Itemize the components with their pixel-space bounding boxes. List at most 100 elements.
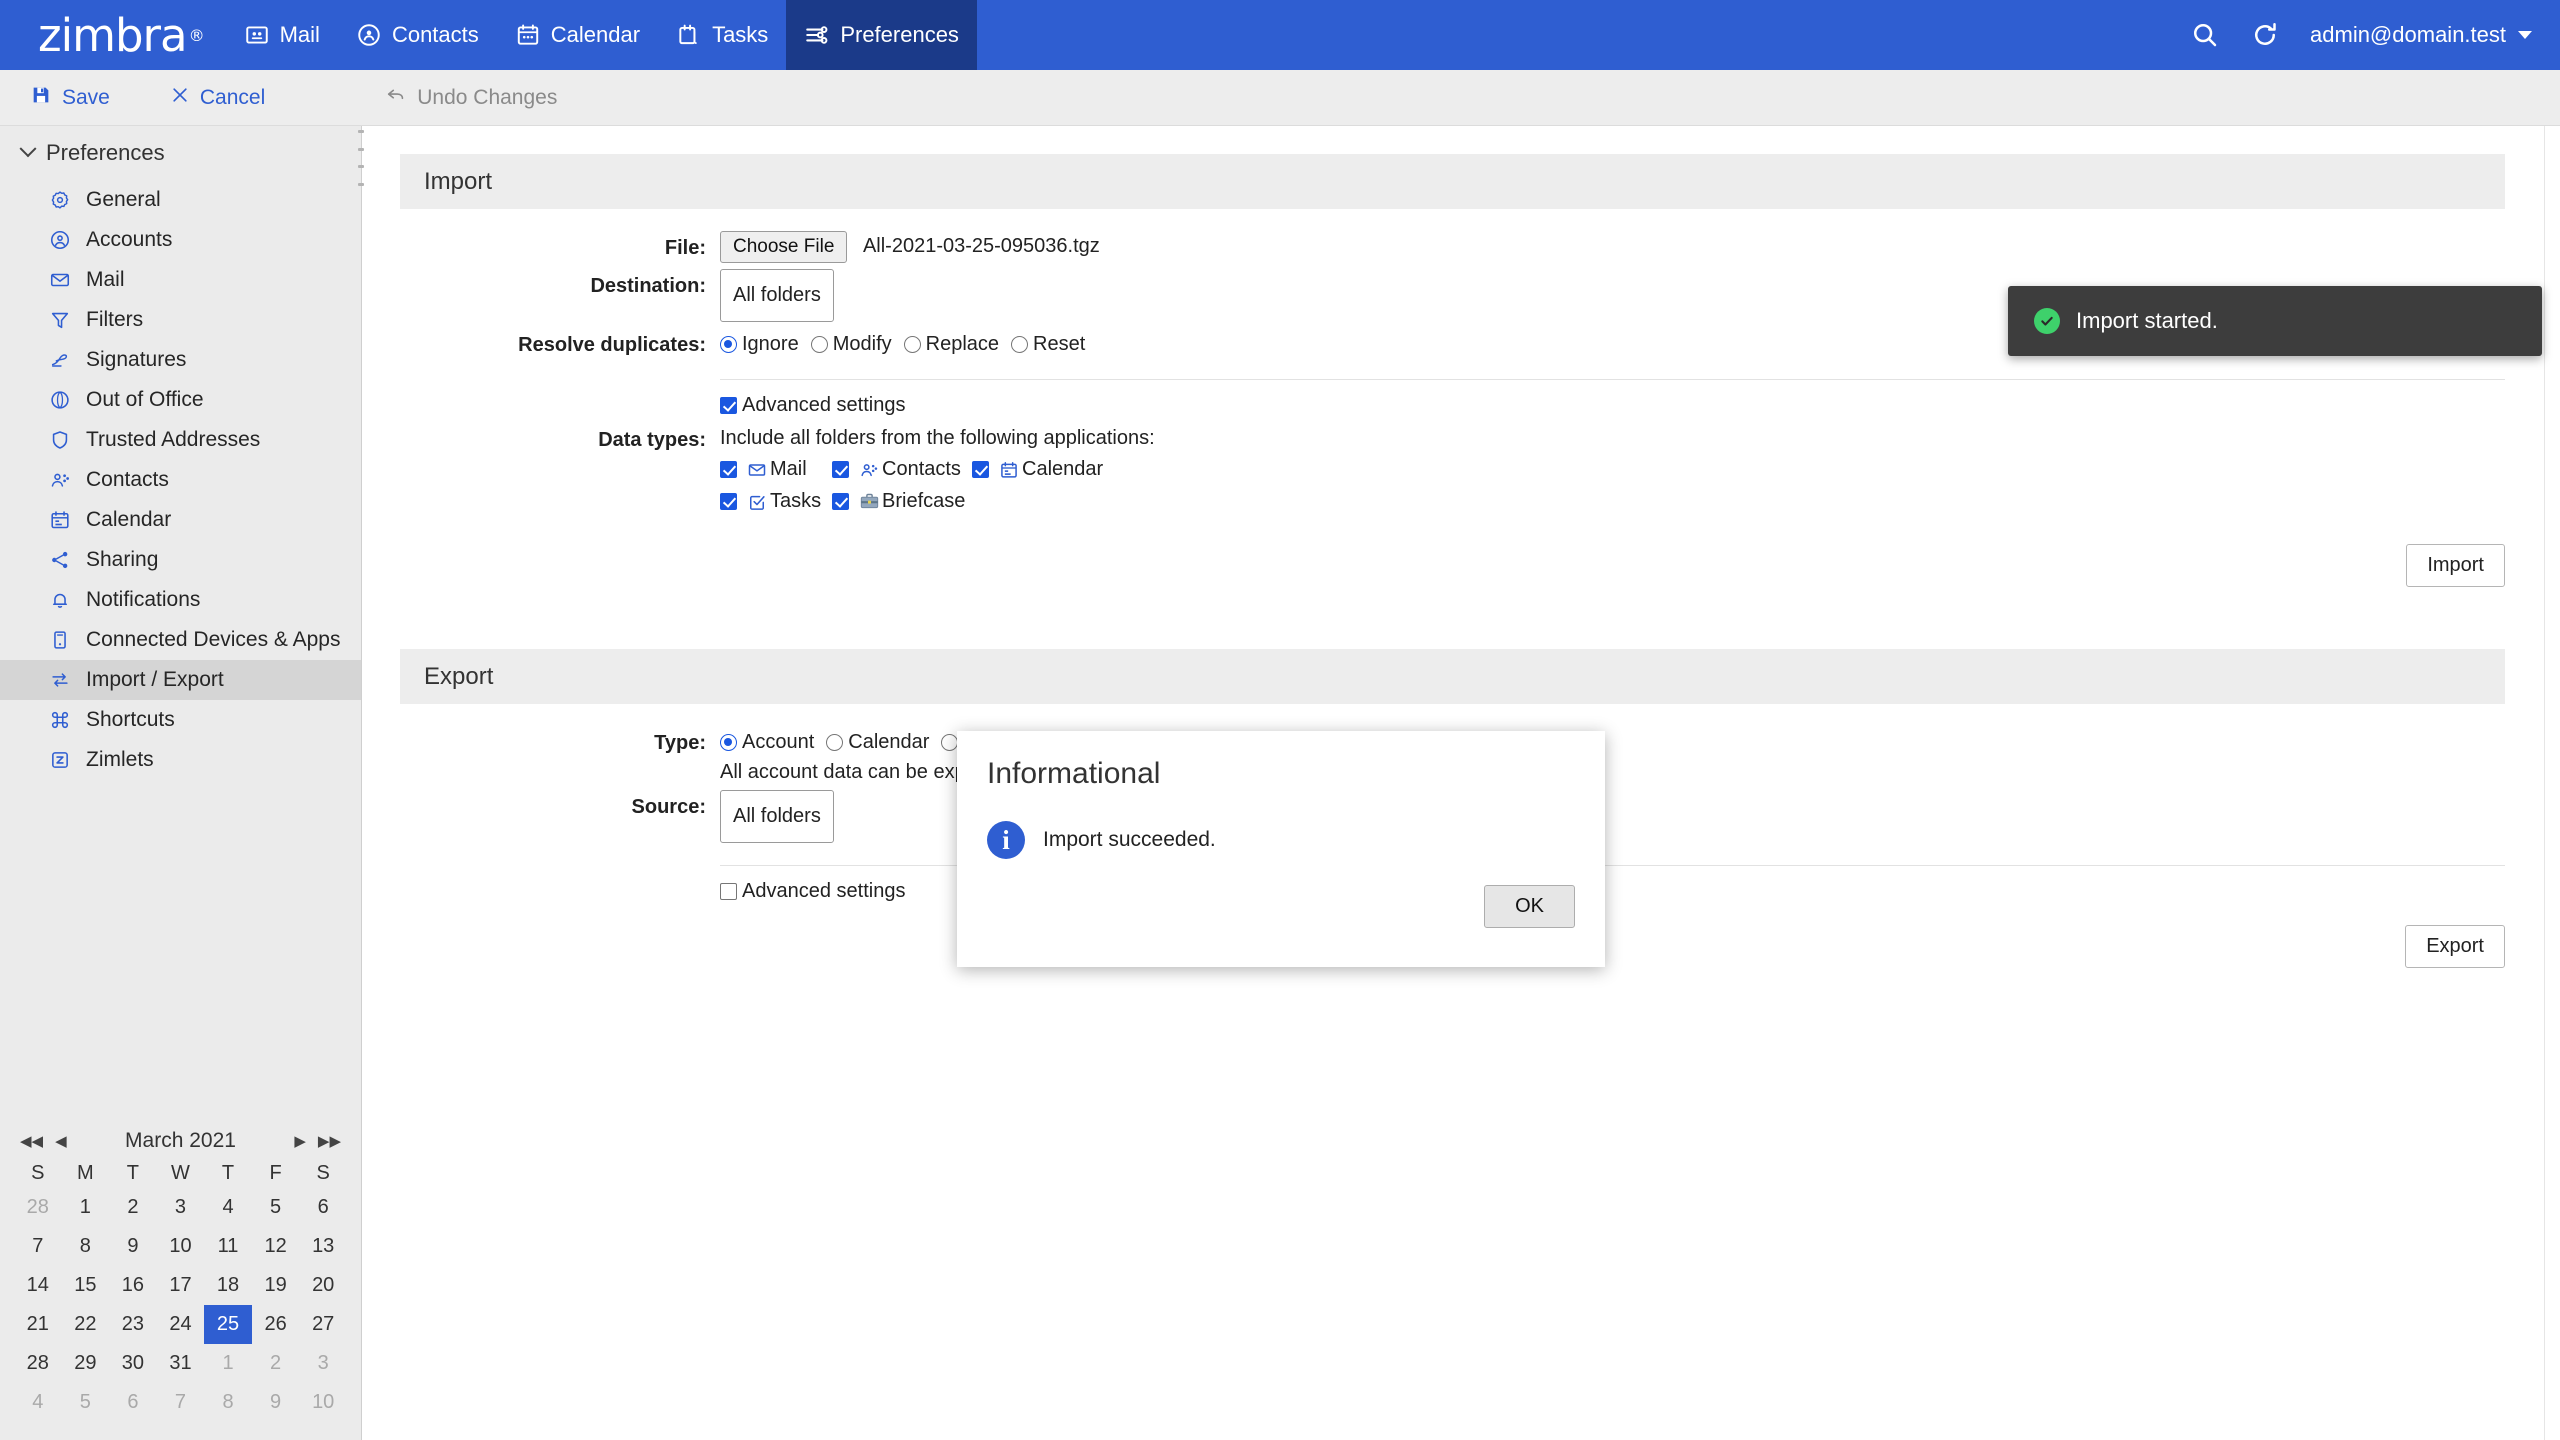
sidebar-item-notifications[interactable]: Notifications bbox=[0, 580, 361, 620]
mini-calendar-day[interactable]: 1 bbox=[62, 1188, 110, 1227]
mini-calendar-day[interactable]: 23 bbox=[109, 1305, 157, 1344]
mini-calendar-day[interactable]: 27 bbox=[299, 1305, 347, 1344]
sidebar-resize-handle[interactable] bbox=[358, 128, 364, 188]
mini-calendar-day[interactable]: 11 bbox=[204, 1227, 252, 1266]
sidebar-item-shortcuts[interactable]: Shortcuts bbox=[0, 700, 361, 740]
nav-item-contacts[interactable]: Contacts bbox=[338, 0, 497, 70]
sidebar-item-trusted-addresses[interactable]: Trusted Addresses bbox=[0, 420, 361, 460]
next-year-button[interactable]: ▶▶ bbox=[312, 1132, 347, 1150]
zimbra-logo[interactable]: zimbra ® bbox=[0, 0, 226, 70]
nav-item-calendar[interactable]: Calendar bbox=[497, 0, 658, 70]
sidebar-item-out-of-office[interactable]: Out of Office bbox=[0, 380, 361, 420]
mini-calendar-day[interactable]: 14 bbox=[14, 1266, 62, 1305]
sidebar-item-accounts[interactable]: Accounts bbox=[0, 220, 361, 260]
undo-changes-button[interactable]: Undo Changes bbox=[385, 84, 557, 112]
prev-year-button[interactable]: ◀◀ bbox=[14, 1132, 49, 1150]
mini-calendar-day[interactable]: 21 bbox=[14, 1305, 62, 1344]
sidebar-item-mail[interactable]: Mail bbox=[0, 260, 361, 300]
mini-calendar-day[interactable]: 7 bbox=[157, 1383, 205, 1422]
export-type-option-account[interactable]: Account bbox=[720, 731, 814, 754]
sidebar-item-contacts[interactable]: Contacts bbox=[0, 460, 361, 500]
save-button[interactable]: Save bbox=[30, 84, 110, 112]
mini-calendar-day[interactable]: 6 bbox=[299, 1188, 347, 1227]
mini-calendar-day[interactable]: 30 bbox=[109, 1344, 157, 1383]
sidebar-item-general[interactable]: General bbox=[0, 180, 361, 220]
next-month-button[interactable]: ▶ bbox=[288, 1132, 312, 1150]
data-type-mail[interactable]: Mail bbox=[720, 458, 832, 481]
mini-calendar-day[interactable]: 8 bbox=[204, 1383, 252, 1422]
mini-calendar-day[interactable]: 26 bbox=[252, 1305, 300, 1344]
mini-calendar-day[interactable]: 29 bbox=[62, 1344, 110, 1383]
mini-calendar-day[interactable]: 2 bbox=[252, 1344, 300, 1383]
mini-calendar-day[interactable]: 12 bbox=[252, 1227, 300, 1266]
data-type-briefcase[interactable]: Briefcase bbox=[832, 490, 965, 513]
mini-calendar-day[interactable]: 20 bbox=[299, 1266, 347, 1305]
mini-calendar-day[interactable]: 4 bbox=[14, 1383, 62, 1422]
sidebar-item-signatures[interactable]: Signatures bbox=[0, 340, 361, 380]
import-advanced-settings-checkbox[interactable]: Advanced settings bbox=[720, 394, 2505, 417]
choose-file-button[interactable]: Choose File bbox=[720, 231, 848, 263]
mini-calendar-day[interactable]: 5 bbox=[62, 1383, 110, 1422]
mini-calendar-day[interactable]: 24 bbox=[157, 1305, 205, 1344]
mini-calendar-day[interactable]: 15 bbox=[62, 1266, 110, 1305]
mini-calendar: ◀◀ ◀ March 2021 ▶ ▶▶ SMTWTFS 28 1 2 3 4 5 6 7 8 9… bbox=[0, 1114, 361, 1440]
nav-item-mail[interactable]: Mail bbox=[226, 0, 338, 70]
import-button[interactable]: Import bbox=[2406, 544, 2505, 587]
data-type-contacts[interactable]: Contacts bbox=[832, 458, 972, 481]
sidebar-item-zimlets[interactable]: Zimlets bbox=[0, 740, 361, 780]
sidebar-item-filters[interactable]: Filters bbox=[0, 300, 361, 340]
prev-month-button[interactable]: ◀ bbox=[49, 1132, 73, 1150]
sidebar-item-sharing[interactable]: Sharing bbox=[0, 540, 361, 580]
mini-calendar-day[interactable]: 16 bbox=[109, 1266, 157, 1305]
mini-calendar-day[interactable]: 9 bbox=[109, 1227, 157, 1266]
export-type-option-calendar[interactable]: Calendar bbox=[826, 731, 929, 754]
search-icon[interactable] bbox=[2190, 20, 2220, 50]
sidebar-header-preferences[interactable]: Preferences bbox=[0, 126, 361, 180]
nav-item-preferences[interactable]: Preferences bbox=[786, 0, 977, 70]
resolve-duplicates-option-modify[interactable]: Modify bbox=[810, 333, 892, 356]
mini-calendar-day[interactable]: 3 bbox=[299, 1344, 347, 1383]
mini-calendar-day-selected[interactable]: 25 bbox=[204, 1305, 252, 1344]
mini-calendar-day[interactable]: 7 bbox=[14, 1227, 62, 1266]
nav-item-tasks[interactable]: Tasks bbox=[658, 0, 786, 70]
data-type-tasks[interactable]: Tasks bbox=[720, 490, 832, 513]
nav-item-contacts-label: Contacts bbox=[391, 22, 479, 47]
mini-calendar-day[interactable]: 3 bbox=[157, 1188, 205, 1227]
mini-calendar-day[interactable]: 13 bbox=[299, 1227, 347, 1266]
data-type-calendar[interactable]: Calendar bbox=[972, 458, 1103, 481]
content-scrollbar[interactable] bbox=[2544, 126, 2560, 1440]
export-button[interactable]: Export bbox=[2405, 925, 2505, 968]
resolve-duplicates-option-replace[interactable]: Replace bbox=[903, 333, 999, 356]
cancel-button[interactable]: Cancel bbox=[170, 85, 265, 111]
sidebar-item-import-export[interactable]: Import / Export bbox=[0, 660, 361, 700]
sidebar-header-label: Preferences bbox=[46, 140, 165, 165]
account-menu[interactable]: admin@domain.test bbox=[2310, 22, 2532, 48]
sidebar-item-connected-devices[interactable]: Connected Devices & Apps bbox=[0, 620, 361, 660]
mini-calendar-day[interactable]: 22 bbox=[62, 1305, 110, 1344]
import-destination-value[interactable]: All folders bbox=[720, 269, 834, 322]
mini-calendar-day[interactable]: 9 bbox=[252, 1383, 300, 1422]
mini-calendar-weekday: M bbox=[77, 1161, 94, 1184]
mini-calendar-week-row: 28 29 30 31 1 2 3 bbox=[14, 1344, 347, 1383]
mini-calendar-day[interactable]: 2 bbox=[109, 1188, 157, 1227]
sidebar-item-calendar[interactable]: Calendar bbox=[0, 500, 361, 540]
mini-calendar-day[interactable]: 31 bbox=[157, 1344, 205, 1383]
mini-calendar-day[interactable]: 10 bbox=[299, 1383, 347, 1422]
mini-calendar-day[interactable]: 5 bbox=[252, 1188, 300, 1227]
export-source-value[interactable]: All folders bbox=[720, 790, 834, 843]
mini-calendar-day[interactable]: 19 bbox=[252, 1266, 300, 1305]
mini-calendar-day[interactable]: 4 bbox=[204, 1188, 252, 1227]
mini-calendar-day[interactable]: 17 bbox=[157, 1266, 205, 1305]
mini-calendar-day[interactable]: 18 bbox=[204, 1266, 252, 1305]
resolve-duplicates-option-reset[interactable]: Reset bbox=[1011, 333, 1085, 356]
ok-button[interactable]: OK bbox=[1484, 885, 1575, 928]
refresh-icon[interactable] bbox=[2250, 20, 2280, 50]
toast-notification: Import started. bbox=[2008, 286, 2542, 356]
mini-calendar-day[interactable]: 1 bbox=[204, 1344, 252, 1383]
mini-calendar-day[interactable]: 8 bbox=[62, 1227, 110, 1266]
mini-calendar-day[interactable]: 10 bbox=[157, 1227, 205, 1266]
mini-calendar-day[interactable]: 6 bbox=[109, 1383, 157, 1422]
resolve-duplicates-option-ignore[interactable]: Ignore bbox=[720, 333, 799, 356]
mini-calendar-day[interactable]: 28 bbox=[14, 1344, 62, 1383]
mini-calendar-day[interactable]: 28 bbox=[14, 1188, 62, 1227]
